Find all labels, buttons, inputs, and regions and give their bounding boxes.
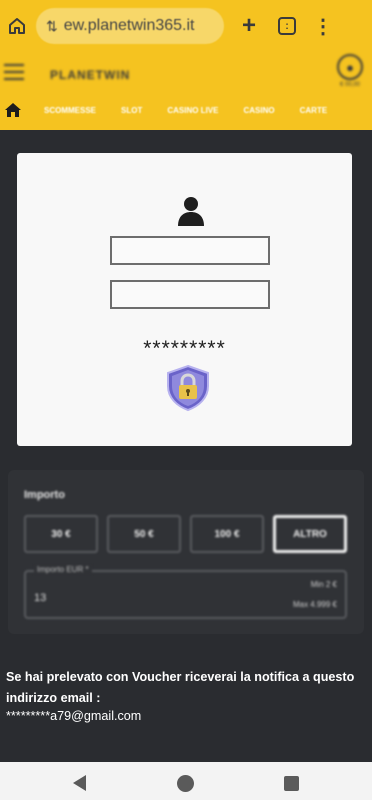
masked-password: ********* — [143, 337, 226, 360]
recents-icon — [283, 775, 299, 791]
amount-50-button[interactable]: 50 € — [107, 515, 181, 553]
home-icon — [5, 103, 21, 117]
account-button[interactable]: ● € 00,00 — [336, 54, 364, 92]
amount-title: Importo — [24, 489, 65, 501]
back-button[interactable] — [70, 774, 88, 792]
tab-switcher-button[interactable]: : — [276, 15, 298, 37]
home-icon — [9, 18, 25, 34]
nav-item-slot[interactable]: SLOT — [121, 106, 142, 115]
password-input[interactable] — [112, 282, 268, 307]
site-logo[interactable]: PLANETWIN — [50, 68, 130, 82]
amount-max: Max 4.999 € — [292, 600, 337, 609]
amount-input[interactable]: Importo EUR * 13 Min 2 € Max 4.999 € — [24, 565, 347, 619]
voucher-info-text: Se hai prelevato con Voucher riceverai l… — [6, 670, 355, 705]
user-icon — [178, 197, 204, 226]
site-header: PLANETWIN ● € 00,00 SCOMMESSE SLOT CASIN… — [0, 52, 372, 130]
home-circle-icon — [176, 774, 194, 792]
nav-item-casino-live[interactable]: CASINO LIVE — [167, 106, 218, 115]
recents-button[interactable] — [282, 774, 300, 792]
user-avatar-icon: ● — [337, 54, 363, 80]
amount-input-value: 13 — [34, 592, 47, 604]
url-text: ew.planetwin365.it — [63, 17, 195, 34]
amount-input-label: Importo EUR * — [34, 565, 92, 574]
amount-30-button[interactable]: 30 € — [24, 515, 98, 553]
hamburger-menu-icon[interactable] — [4, 64, 24, 80]
new-tab-button[interactable]: + — [238, 12, 260, 39]
system-nav-bar — [0, 762, 372, 800]
balance-text: € 00,00 — [339, 82, 361, 88]
username-input[interactable] — [112, 238, 268, 263]
amount-other-button[interactable]: ALTRO — [273, 515, 347, 553]
email-address: *********a79@gmail.com — [6, 709, 142, 723]
browser-menu-button[interactable]: ⋮ — [312, 15, 334, 38]
username-field[interactable] — [110, 236, 270, 265]
nav-item-carte[interactable]: CARTE — [300, 106, 328, 115]
amount-100-button[interactable]: 100 € — [190, 515, 264, 553]
nav-item-casino[interactable]: CASINO — [243, 106, 274, 115]
amount-min: Min 2 € — [310, 580, 337, 589]
amount-panel: Importo 30 € 50 € 100 € ALTRO Importo EU… — [8, 470, 364, 634]
address-bar[interactable]: ⇅ ew.planetwin365.it — [36, 8, 224, 44]
back-icon — [72, 775, 86, 791]
browser-home-button[interactable] — [6, 15, 28, 37]
site-nav: SCOMMESSE SLOT CASINO LIVE CASINO CARTE — [0, 98, 372, 122]
tab-count: : — [278, 17, 296, 35]
nav-item-scommesse[interactable]: SCOMMESSE — [44, 106, 96, 115]
site-settings-icon[interactable]: ⇅ — [46, 18, 58, 35]
home-button[interactable] — [176, 774, 194, 792]
nav-home-icon[interactable] — [4, 101, 22, 119]
password-field[interactable] — [110, 280, 270, 309]
login-card: ********* — [17, 153, 352, 446]
browser-toolbar: ⇅ ew.planetwin365.it + : ⋮ — [0, 0, 372, 52]
security-shield-icon — [167, 364, 209, 412]
